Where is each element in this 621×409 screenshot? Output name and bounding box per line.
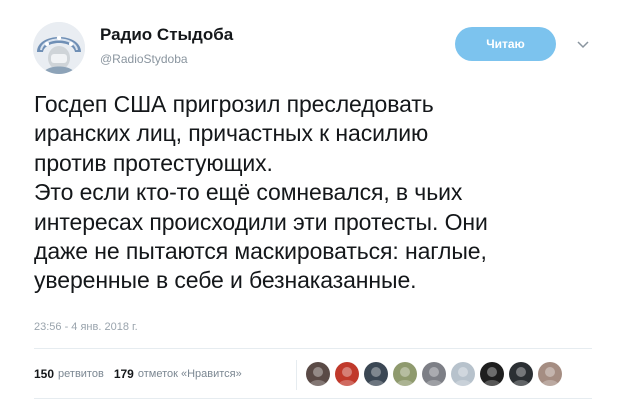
retweets-count: 150	[34, 367, 55, 381]
tweet-text-line: интересах происходили эти протесты. Они	[34, 208, 488, 235]
tweet-text-line: против протестующих.	[34, 149, 273, 176]
kokoshnik-avatar-icon	[33, 22, 85, 74]
liker-avatar-4[interactable]	[393, 362, 417, 386]
liker-avatar-7[interactable]	[480, 362, 504, 386]
tweet-text-line: иранских лиц, причастных к насилию	[34, 120, 429, 147]
tweet-text-line: Это если кто-то ещё сомневался, в чьих	[34, 179, 463, 206]
liker-avatar-5[interactable]	[422, 362, 446, 386]
retweets-label: ретвитов	[58, 368, 104, 380]
following-button[interactable]: Читаю	[455, 27, 556, 61]
liker-avatar-8[interactable]	[509, 362, 533, 386]
tweet-text-line: уверенные в себе и безнаказанные.	[34, 267, 417, 294]
liker-avatars	[306, 362, 567, 386]
liker-avatar-3[interactable]	[364, 362, 388, 386]
tweet-text-line: Госдеп США пригрозил преследовать	[34, 91, 434, 117]
likes-count: 179	[113, 367, 134, 381]
liker-avatar-6[interactable]	[451, 362, 475, 386]
stats-top-divider	[34, 348, 592, 349]
chevron-down-icon[interactable]	[576, 38, 590, 50]
likes-label: отметок «Нравится»	[137, 368, 242, 380]
tweet-timestamp[interactable]: 23:56 - 4 янв. 2018 г.	[34, 321, 138, 333]
liker-avatar-1[interactable]	[306, 362, 330, 386]
author-display-name[interactable]: Радио Стыдоба	[100, 25, 233, 45]
retweets-stat[interactable]: 150 ретвитов	[34, 367, 104, 381]
author-handle[interactable]: @RadioStydoba	[100, 52, 188, 66]
likes-stat[interactable]: 179 отметок «Нравится»	[114, 367, 242, 381]
tweet-stats: 150 ретвитов 179 отметок «Нравится»	[34, 367, 242, 381]
tweet-text: Госдеп США пригрозил преследовать иранск…	[34, 90, 594, 296]
stats-separator	[296, 360, 297, 390]
stats-bottom-divider	[34, 398, 592, 399]
author-avatar[interactable]	[33, 22, 85, 74]
liker-avatar-9[interactable]	[538, 362, 562, 386]
tweet-text-line: даже не пытаются маскироваться: наглые,	[34, 238, 487, 265]
liker-avatar-2[interactable]	[335, 362, 359, 386]
tweet-card: Радио Стыдоба @RadioStydoba Читаю Госдеп…	[0, 0, 621, 409]
